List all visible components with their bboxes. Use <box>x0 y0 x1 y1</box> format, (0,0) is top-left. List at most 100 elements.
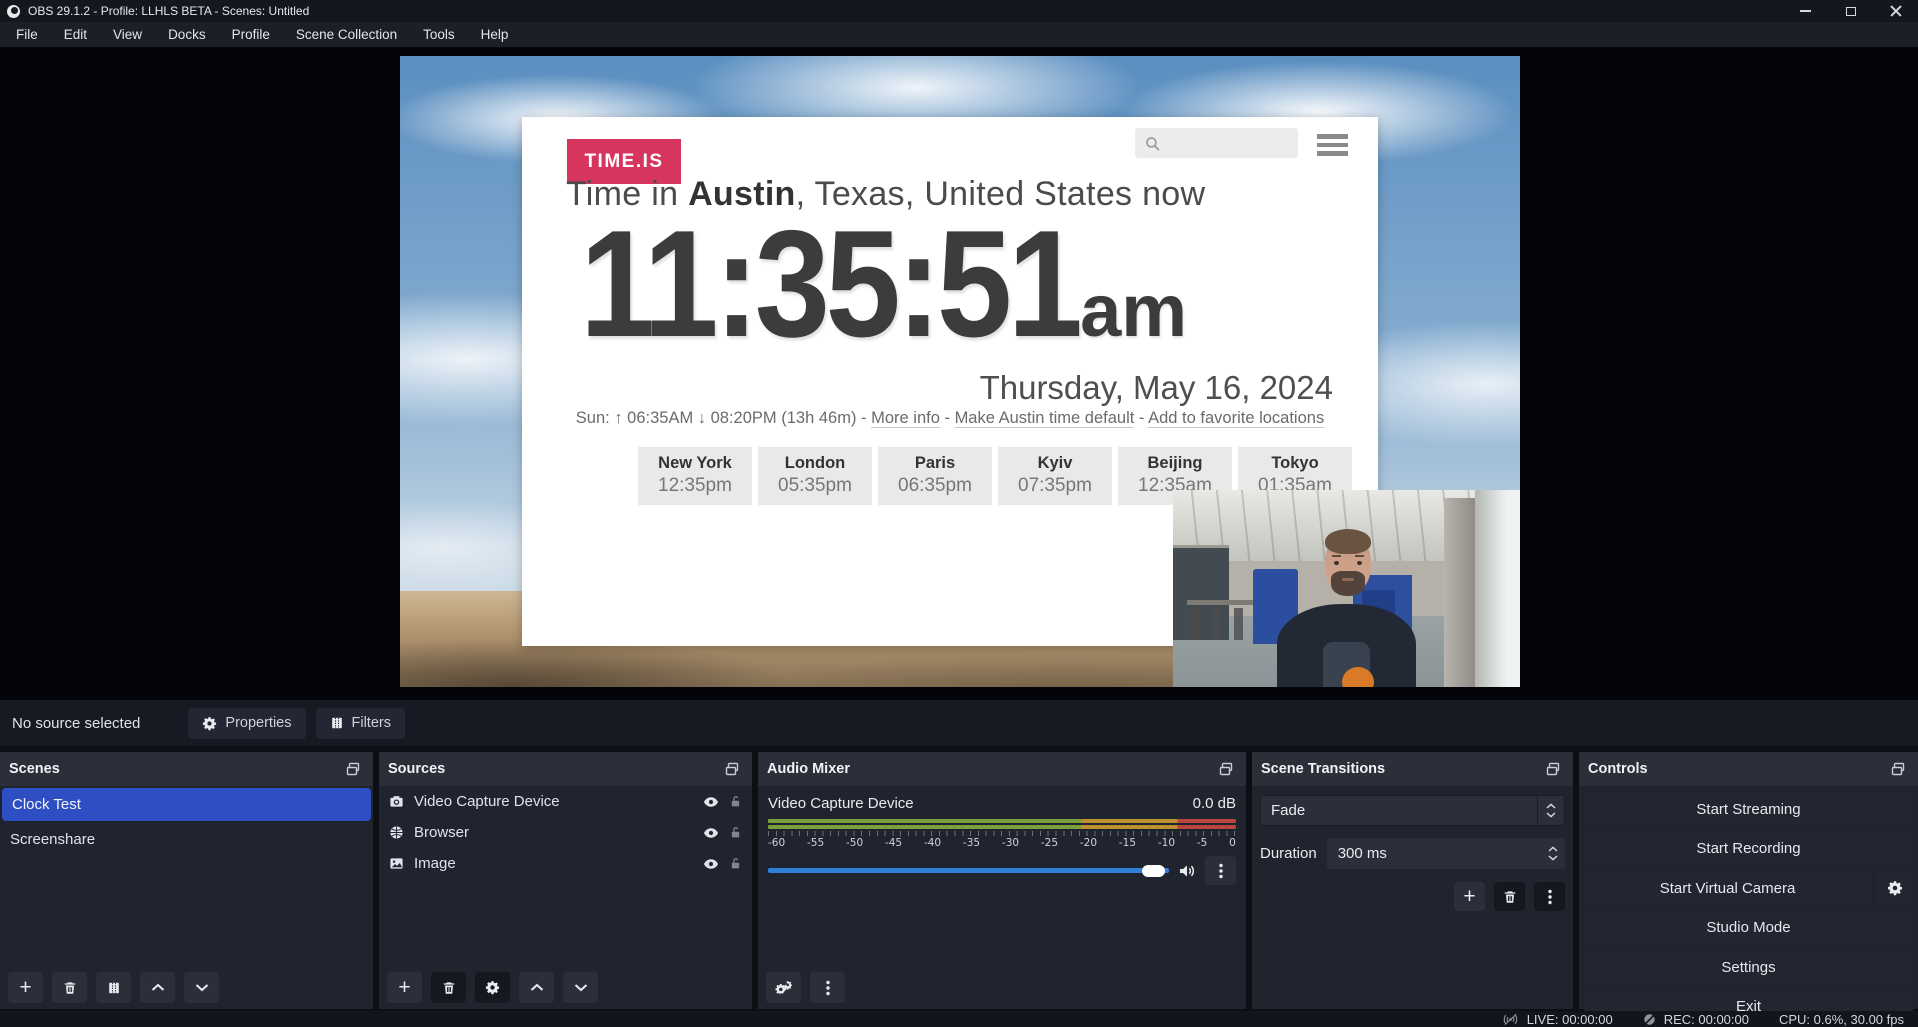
lock-open-icon[interactable] <box>729 826 742 839</box>
menu-scene-collection[interactable]: Scene Collection <box>283 22 410 47</box>
popout-icon[interactable] <box>1215 758 1237 780</box>
meter-bar-left <box>768 819 1236 823</box>
scenes-title: Scenes <box>9 761 60 777</box>
start-recording-button[interactable]: Start Recording <box>1584 832 1913 866</box>
lock-open-icon[interactable] <box>729 857 742 870</box>
transition-selected-value: Fade <box>1261 796 1537 825</box>
sources-panel-header: Sources <box>379 752 752 786</box>
settings-button[interactable]: Settings <box>1584 950 1913 984</box>
eye-icon[interactable] <box>703 825 719 841</box>
eyebrow <box>1332 555 1341 558</box>
scene-transitions-panel: Scene Transitions Fade Duration 300 ms <box>1252 752 1573 1009</box>
kebab-menu-icon <box>1548 889 1552 905</box>
menu-file[interactable]: File <box>0 22 51 47</box>
duration-label: Duration <box>1260 845 1317 862</box>
transition-properties-button[interactable] <box>1534 882 1565 911</box>
source-item-image[interactable]: Image <box>379 848 752 879</box>
menu-tools[interactable]: Tools <box>410 22 468 47</box>
eye-icon[interactable] <box>703 794 719 810</box>
minimize-button[interactable] <box>1783 0 1828 22</box>
city-tile: London05:35pm <box>758 447 872 505</box>
move-source-up-button[interactable] <box>519 972 554 1003</box>
remove-scene-button[interactable] <box>52 972 87 1003</box>
person <box>1263 525 1430 687</box>
eye-icon[interactable] <box>703 856 719 872</box>
close-button[interactable] <box>1873 0 1918 22</box>
kebab-menu-icon <box>1219 863 1223 879</box>
transition-select[interactable]: Fade <box>1260 795 1565 826</box>
transition-select-arrows[interactable] <box>1537 796 1564 825</box>
title-bar: OBS 29.1.2 - Profile: LLHLS BETA - Scene… <box>0 0 1918 22</box>
chevron-up-icon <box>1548 846 1558 852</box>
clock-digits: 11:35:51 <box>580 205 1078 365</box>
filters-button[interactable]: Filters <box>316 708 405 739</box>
add-transition-button[interactable]: + <box>1454 882 1485 911</box>
advanced-audio-button[interactable] <box>766 972 801 1003</box>
scenes-panel: Scenes Clock Test Screenshare + <box>0 752 373 1009</box>
scene-item-screenshare[interactable]: Screenshare <box>0 823 373 856</box>
remove-source-button[interactable] <box>431 972 466 1003</box>
filter-icon <box>107 981 121 995</box>
eye <box>1334 561 1339 565</box>
beard <box>1331 571 1365 596</box>
volume-slider-handle[interactable] <box>1142 865 1165 877</box>
mixer-channel-menu-button[interactable] <box>1205 856 1236 885</box>
maximize-button[interactable] <box>1828 0 1873 22</box>
controls-panel: Controls Start Streaming Start Recording… <box>1579 752 1918 1009</box>
menu-edit[interactable]: Edit <box>51 22 100 47</box>
source-properties-button[interactable] <box>475 972 510 1003</box>
tshirt <box>1323 642 1370 687</box>
double-gear-icon <box>775 980 792 995</box>
minimize-icon <box>1800 10 1811 12</box>
menu-profile[interactable]: Profile <box>219 22 283 47</box>
popout-icon[interactable] <box>1542 758 1564 780</box>
source-item-video-capture-device[interactable]: Video Capture Device <box>379 786 752 817</box>
speaker-icon[interactable] <box>1178 863 1196 879</box>
move-source-down-button[interactable] <box>563 972 598 1003</box>
sources-title: Sources <box>388 761 445 777</box>
chevron-down-icon <box>1548 855 1558 861</box>
move-scene-down-button[interactable] <box>184 972 219 1003</box>
favorite-locations-link: Add to favorite locations <box>1148 409 1324 428</box>
properties-button[interactable]: Properties <box>188 708 305 739</box>
duration-spinbox[interactable]: 300 ms <box>1327 838 1565 869</box>
menu-help[interactable]: Help <box>468 22 522 47</box>
sources-panel: Sources Video Capture Device Browser Ima… <box>379 752 752 1009</box>
tshirt-graphic <box>1342 667 1374 687</box>
volume-slider[interactable] <box>768 868 1169 873</box>
lock-open-icon[interactable] <box>729 795 742 808</box>
volume-meter: -60-55-50-45-40-35-30-25-20-15-10-50 <box>768 819 1236 849</box>
scene-filters-button[interactable] <box>96 972 131 1003</box>
eyebrow <box>1355 555 1364 558</box>
eye <box>1357 561 1362 565</box>
audio-mixer-panel: Audio Mixer Video Capture Device 0.0 dB … <box>758 752 1246 1009</box>
source-item-browser[interactable]: Browser <box>379 817 752 848</box>
more-info-link: More info <box>871 409 940 428</box>
add-scene-button[interactable]: + <box>8 972 43 1003</box>
duration-spin-arrows[interactable] <box>1540 846 1565 861</box>
no-source-selected-label: No source selected <box>12 715 140 732</box>
mixer-menu-button[interactable] <box>810 972 845 1003</box>
chevron-up-icon <box>151 983 165 992</box>
add-source-button[interactable]: + <box>387 972 422 1003</box>
move-scene-up-button[interactable] <box>140 972 175 1003</box>
meter-bar-right <box>768 825 1236 829</box>
popout-icon[interactable] <box>342 758 364 780</box>
chevron-up-icon <box>530 983 544 992</box>
popout-icon[interactable] <box>1887 758 1909 780</box>
start-virtual-camera-button[interactable]: Start Virtual Camera <box>1584 871 1871 905</box>
trash-icon <box>442 981 456 995</box>
popout-icon[interactable] <box>721 758 743 780</box>
webcam-overlay <box>1173 490 1520 687</box>
start-streaming-button[interactable]: Start Streaming <box>1584 792 1913 826</box>
studio-mode-button[interactable]: Studio Mode <box>1584 911 1913 945</box>
search-icon <box>1144 135 1161 152</box>
preview-canvas[interactable]: TIME.IS Time in Austin, Texas, United St… <box>0 47 1918 700</box>
remove-transition-button[interactable] <box>1494 882 1525 911</box>
menu-view[interactable]: View <box>100 22 155 47</box>
gear-icon <box>202 716 217 731</box>
make-default-link: Make Austin time default <box>955 409 1135 428</box>
menu-docks[interactable]: Docks <box>155 22 219 47</box>
scene-item-clock-test[interactable]: Clock Test <box>2 788 371 821</box>
virtual-camera-config-button[interactable] <box>1876 871 1913 905</box>
